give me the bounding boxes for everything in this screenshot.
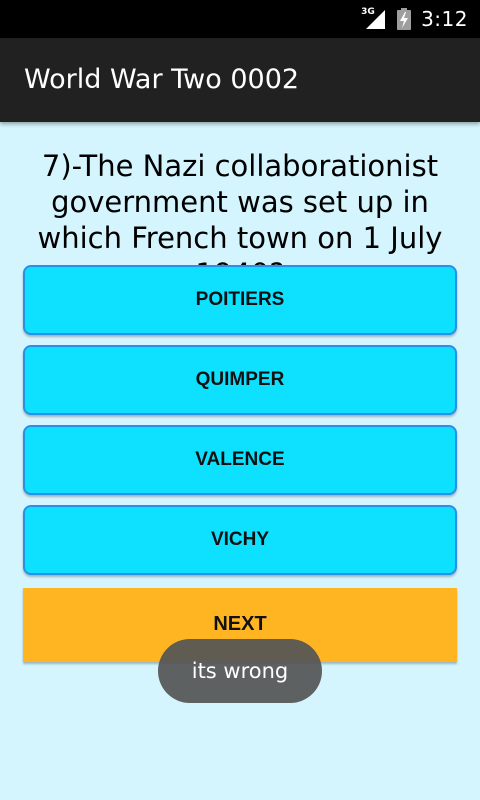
- app-bar: World War Two 0002: [0, 38, 480, 122]
- signal-icon: 3G: [361, 7, 387, 31]
- answer-button-2[interactable]: QUIMPER: [23, 345, 457, 415]
- toast-message: its wrong: [158, 639, 322, 703]
- network-type-label: 3G: [361, 7, 375, 17]
- status-icons: 3G 3:12: [361, 0, 468, 38]
- answer-button-3[interactable]: VALENCE: [23, 425, 457, 495]
- battery-charging-icon: [397, 8, 412, 30]
- answer-button-1[interactable]: POITIERS: [23, 265, 457, 335]
- clock: 3:12: [421, 7, 468, 31]
- answer-button-4[interactable]: VICHY: [23, 505, 457, 575]
- next-button-label: NEXT: [213, 612, 267, 635]
- status-bar: 3G 3:12: [0, 0, 480, 38]
- app-title: World War Two 0002: [24, 64, 300, 95]
